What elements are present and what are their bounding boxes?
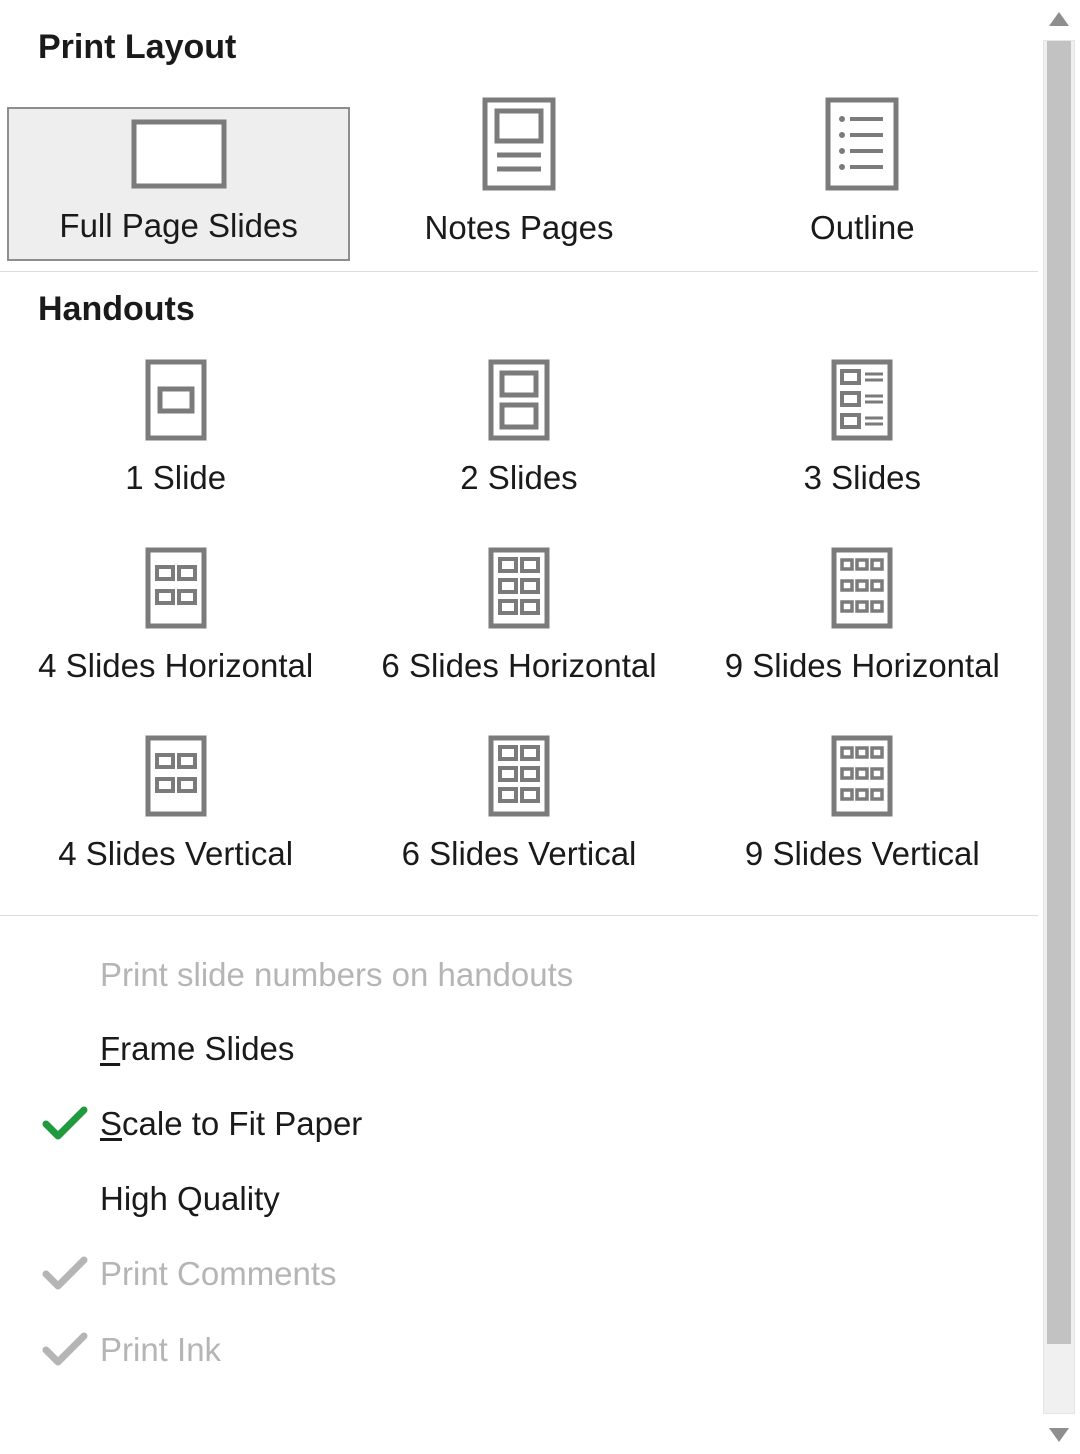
layout-option-label: Full Page Slides [59,207,297,245]
handouts-grid: 1 Slide 2 Slides [0,349,1038,905]
handout-9v-icon [831,735,893,817]
options-list: Print slide numbers on handouts Frame Sl… [0,924,1038,1388]
handout-1-icon [145,359,207,441]
option-label: Print slide numbers on handouts [100,956,573,994]
option-print-ink: Print Ink [0,1312,1038,1388]
checkmark-icon [30,1254,100,1294]
handout-4v-icon [145,735,207,817]
handout-6h-icon [488,547,550,629]
checkmark-icon [30,1330,100,1370]
handout-option-3-slides[interactable]: 3 Slides [691,349,1034,511]
section-title-handouts: Handouts [0,280,1038,349]
handout-9h-icon [831,547,893,629]
notes-pages-icon [482,97,556,191]
handout-option-label: 6 Slides Horizontal [381,647,656,685]
layout-option-full-page-slides[interactable]: Full Page Slides [7,107,350,261]
handout-2-icon [488,359,550,441]
handout-option-2-slides[interactable]: 2 Slides [347,349,690,511]
layout-option-label: Outline [810,209,915,247]
handout-option-4-horizontal[interactable]: 4 Slides Horizontal [4,537,347,699]
option-label: High Quality [100,1180,280,1218]
checkmark-icon [30,1104,100,1144]
option-print-comments: Print Comments [0,1236,1038,1312]
option-high-quality[interactable]: High Quality [0,1162,1038,1236]
layout-option-label: Notes Pages [425,209,614,247]
handout-option-label: 6 Slides Vertical [402,835,637,873]
outline-icon [825,97,899,191]
option-frame-slides[interactable]: Frame Slides [0,1012,1038,1086]
vertical-scrollbar[interactable] [1038,0,1080,1454]
handout-3-icon [831,359,893,441]
full-page-slide-icon [131,119,227,189]
handout-option-label: 1 Slide [125,459,226,497]
option-label: Scale to Fit Paper [100,1105,362,1143]
handout-option-label: 9 Slides Vertical [745,835,980,873]
handout-option-6-horizontal[interactable]: 6 Slides Horizontal [347,537,690,699]
handout-6v-icon [488,735,550,817]
handout-option-6-vertical[interactable]: 6 Slides Vertical [347,725,690,887]
option-label: Frame Slides [100,1030,294,1068]
handout-option-9-vertical[interactable]: 9 Slides Vertical [691,725,1034,887]
handout-option-label: 2 Slides [460,459,577,497]
handout-option-label: 3 Slides [804,459,921,497]
layout-option-notes-pages[interactable]: Notes Pages [347,87,690,261]
divider [0,271,1038,272]
scroll-down-button[interactable] [1040,1416,1078,1454]
handout-option-4-vertical[interactable]: 4 Slides Vertical [4,725,347,887]
section-title-print-layout: Print Layout [0,18,1038,87]
scroll-thumb[interactable] [1047,41,1071,1344]
print-layout-grid: Full Page Slides Notes Pages [0,87,1038,261]
handout-option-label: 9 Slides Horizontal [725,647,1000,685]
handout-option-label: 4 Slides Vertical [58,835,293,873]
layout-option-outline[interactable]: Outline [691,87,1034,261]
print-layout-panel: Print Layout Full Page Slides Notes Page… [0,0,1038,1454]
scroll-up-button[interactable] [1040,0,1078,38]
handout-option-9-horizontal[interactable]: 9 Slides Horizontal [691,537,1034,699]
handout-4h-icon [145,547,207,629]
handout-option-label: 4 Slides Horizontal [38,647,313,685]
option-scale-to-fit[interactable]: Scale to Fit Paper [0,1086,1038,1162]
option-label: Print Comments [100,1255,337,1293]
option-label: Print Ink [100,1331,221,1369]
handout-option-1-slide[interactable]: 1 Slide [4,349,347,511]
scroll-track[interactable] [1043,40,1075,1414]
divider [0,915,1038,916]
option-print-slide-numbers: Print slide numbers on handouts [0,938,1038,1012]
